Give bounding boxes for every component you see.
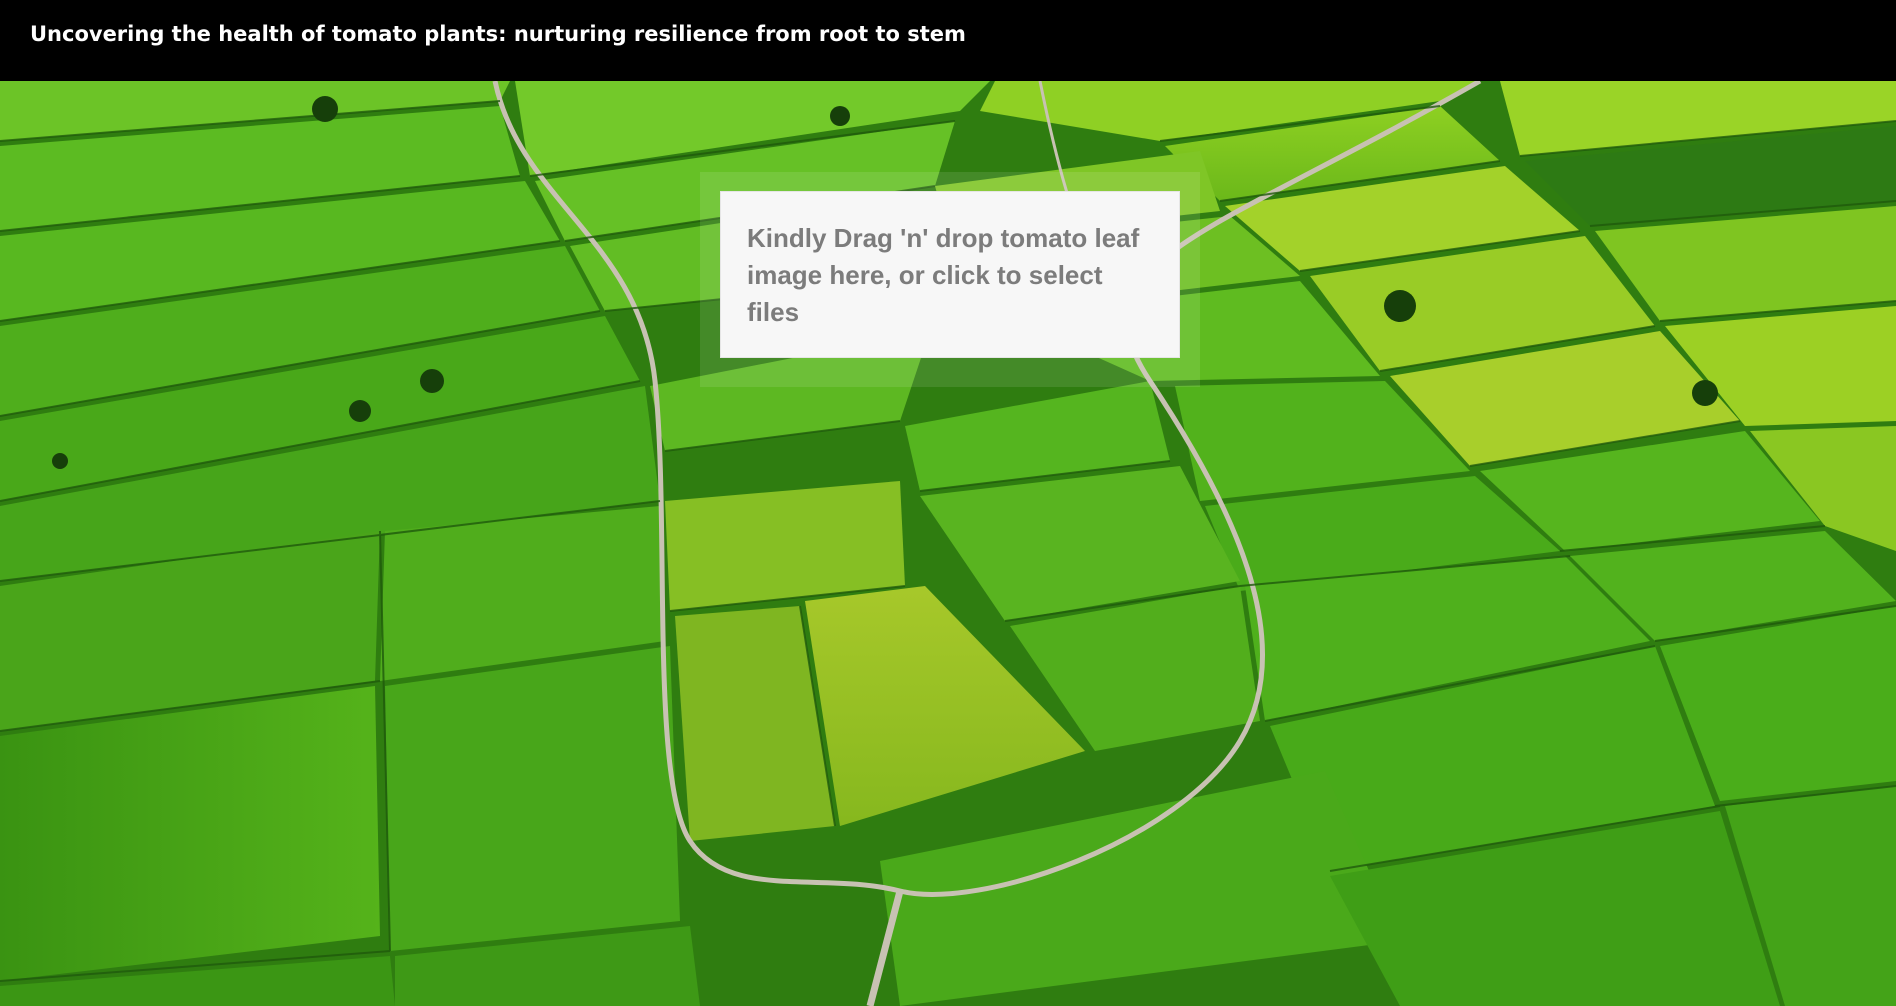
file-dropzone[interactable]: Kindly Drag 'n' drop tomato leaf image h… (720, 191, 1180, 358)
dropzone-prompt: Kindly Drag 'n' drop tomato leaf image h… (747, 223, 1140, 327)
header-bar: Uncovering the health of tomato plants: … (0, 0, 1896, 81)
app-page: Uncovering the health of tomato plants: … (0, 0, 1896, 1006)
page-title: Uncovering the health of tomato plants: … (30, 22, 966, 46)
